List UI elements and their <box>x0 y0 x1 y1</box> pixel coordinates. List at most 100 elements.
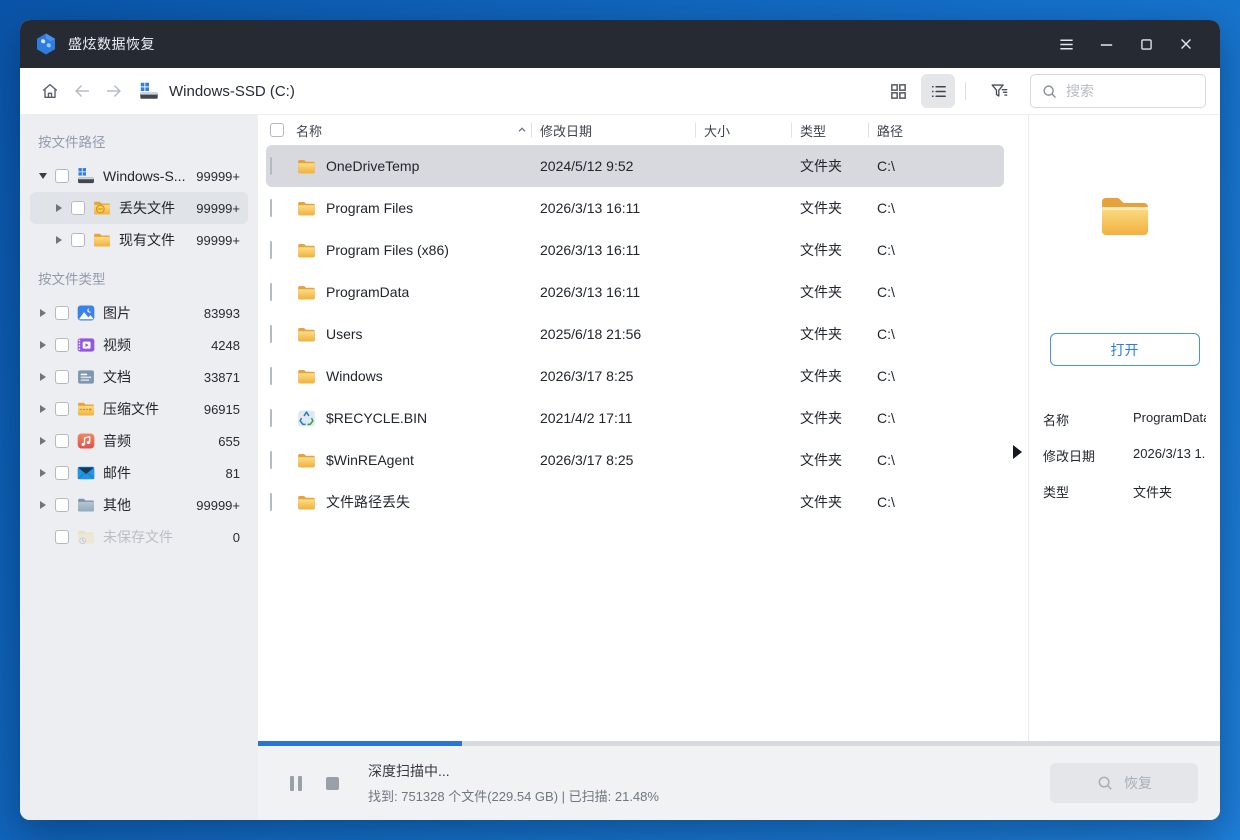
item-checkbox[interactable] <box>55 338 69 352</box>
expand-arrow-icon[interactable] <box>38 309 48 317</box>
detail-row: 修改日期 2026/3/13 1... <box>1043 446 1206 465</box>
sidebar-item-label: 音频 <box>103 433 131 449</box>
row-checkbox[interactable] <box>270 367 272 385</box>
recover-button[interactable]: 恢复 <box>1050 763 1198 803</box>
column-name[interactable]: 名称 <box>296 121 540 140</box>
item-checkbox[interactable] <box>55 370 69 384</box>
item-checkbox[interactable] <box>71 201 85 215</box>
expand-arrow-icon[interactable] <box>38 373 48 381</box>
file-path: C:\ <box>877 158 895 174</box>
row-checkbox[interactable] <box>270 325 272 343</box>
sidebar-item-image[interactable]: 图片 83993 <box>30 297 248 329</box>
scan-status: 深度扫描中... 找到: 751328 个文件(229.54 GB) | 已扫描… <box>368 761 659 805</box>
item-count: 4248 <box>211 337 240 353</box>
sidebar-item-label: 现有文件 <box>119 232 175 248</box>
expand-arrow-icon[interactable] <box>38 405 48 413</box>
sidebar-item-doc[interactable]: 文档 33871 <box>30 361 248 393</box>
sidebar-item-audio[interactable]: 音频 655 <box>30 425 248 457</box>
item-checkbox[interactable] <box>55 434 69 448</box>
row-checkbox[interactable] <box>270 493 272 511</box>
table-row[interactable]: Program Files (x86) 2026/3/13 16:11 文件夹 C:\ <box>266 229 1004 271</box>
column-date[interactable]: 修改日期 <box>540 121 704 140</box>
table-row[interactable]: 文件路径丢失 文件夹 C:\ <box>266 481 1004 523</box>
stop-scan-button[interactable] <box>324 775 340 791</box>
item-checkbox[interactable] <box>55 466 69 480</box>
back-button[interactable] <box>66 75 98 107</box>
sidebar-item-unsaved[interactable]: 未保存文件 0 <box>30 521 248 553</box>
sidebar-item-mail[interactable]: 邮件 81 <box>30 457 248 489</box>
search-box[interactable] <box>1030 74 1206 108</box>
item-checkbox[interactable] <box>71 233 85 247</box>
pause-scan-button[interactable] <box>288 775 304 791</box>
folder-icon <box>296 366 317 387</box>
select-all-checkbox[interactable] <box>270 123 284 137</box>
expand-arrow-icon[interactable] <box>54 236 64 244</box>
detail-label: 类型 <box>1043 485 1070 500</box>
file-path: C:\ <box>877 368 895 384</box>
sidebar-item-label: 压缩文件 <box>103 401 159 417</box>
maximize-button[interactable] <box>1126 27 1166 61</box>
item-checkbox[interactable] <box>55 169 69 183</box>
table-row[interactable]: Users 2025/6/18 21:56 文件夹 C:\ <box>266 313 1004 355</box>
table-row[interactable]: $WinREAgent 2026/3/17 8:25 文件夹 C:\ <box>266 439 1004 481</box>
row-checkbox[interactable] <box>270 241 272 259</box>
forward-button[interactable] <box>98 75 130 107</box>
item-checkbox[interactable] <box>55 530 69 544</box>
close-button[interactable] <box>1166 27 1206 61</box>
folder-icon <box>296 450 317 471</box>
item-checkbox[interactable] <box>55 402 69 416</box>
app-window: 盛炫数据恢复 Windows-SSD (C:) 搜索 按文件路径 Windows… <box>20 20 1220 820</box>
column-path[interactable]: 路径 <box>877 121 1028 140</box>
sidebar-item-drive[interactable]: Windows-S... 99999+ <box>30 160 248 192</box>
sidebar-item-folder-lost[interactable]: 丢失文件 99999+ <box>30 192 248 224</box>
scan-progress-bar <box>258 741 1220 746</box>
row-checkbox[interactable] <box>270 409 272 427</box>
grid-view-button[interactable] <box>881 74 915 108</box>
expand-arrow-icon[interactable] <box>54 204 64 212</box>
breadcrumb[interactable]: Windows-SSD (C:) <box>138 80 295 102</box>
filter-button[interactable] <box>982 74 1016 108</box>
sidebar-item-folder[interactable]: 现有文件 99999+ <box>30 224 248 256</box>
table-row[interactable]: ProgramData 2026/3/13 16:11 文件夹 C:\ <box>266 271 1004 313</box>
sidebar-item-other[interactable]: 其他 99999+ <box>30 489 248 521</box>
item-count: 99999+ <box>196 200 240 216</box>
preview-folder-icon <box>1101 197 1148 235</box>
search-input[interactable] <box>1066 83 1195 99</box>
file-path: C:\ <box>877 494 895 510</box>
drive-icon <box>140 82 158 99</box>
minimize-button[interactable] <box>1086 27 1126 61</box>
list-view-button[interactable] <box>921 74 955 108</box>
expand-arrow-icon[interactable] <box>38 341 48 349</box>
collapse-panel-icon[interactable] <box>1013 445 1022 459</box>
folder-icon <box>296 282 317 303</box>
file-type: 文件夹 <box>800 410 842 426</box>
expand-arrow-icon[interactable] <box>38 173 48 179</box>
file-date: 2026/3/13 16:11 <box>540 284 641 300</box>
table-row[interactable]: $RECYCLE.BIN 2021/4/2 17:11 文件夹 C:\ <box>266 397 1004 439</box>
sidebar-item-video[interactable]: 视频 4248 <box>30 329 248 361</box>
row-checkbox[interactable] <box>270 283 272 301</box>
item-checkbox[interactable] <box>55 498 69 512</box>
column-size[interactable]: 大小 <box>704 121 800 140</box>
menu-icon[interactable] <box>1046 27 1086 61</box>
table-row[interactable]: Program Files 2026/3/13 16:11 文件夹 C:\ <box>266 187 1004 229</box>
item-checkbox[interactable] <box>55 306 69 320</box>
folder-icon <box>296 198 317 219</box>
column-type[interactable]: 类型 <box>800 121 877 140</box>
open-button[interactable]: 打开 <box>1049 333 1200 366</box>
sidebar-item-zip[interactable]: 压缩文件 96915 <box>30 393 248 425</box>
row-checkbox[interactable] <box>270 199 272 217</box>
item-count: 0 <box>232 529 240 545</box>
app-title: 盛炫数据恢复 <box>68 36 155 52</box>
row-checkbox[interactable] <box>270 451 272 469</box>
table-row[interactable]: OneDriveTemp 2024/5/12 9:52 文件夹 C:\ <box>266 145 1004 187</box>
file-path: C:\ <box>877 452 895 468</box>
row-checkbox[interactable] <box>270 157 272 175</box>
table-row[interactable]: Windows 2026/3/17 8:25 文件夹 C:\ <box>266 355 1004 397</box>
expand-arrow-icon[interactable] <box>38 501 48 509</box>
file-type: 文件夹 <box>800 158 842 174</box>
scan-status-title: 深度扫描中... <box>368 763 450 779</box>
home-button[interactable] <box>34 75 66 107</box>
expand-arrow-icon[interactable] <box>38 437 48 445</box>
expand-arrow-icon[interactable] <box>38 469 48 477</box>
